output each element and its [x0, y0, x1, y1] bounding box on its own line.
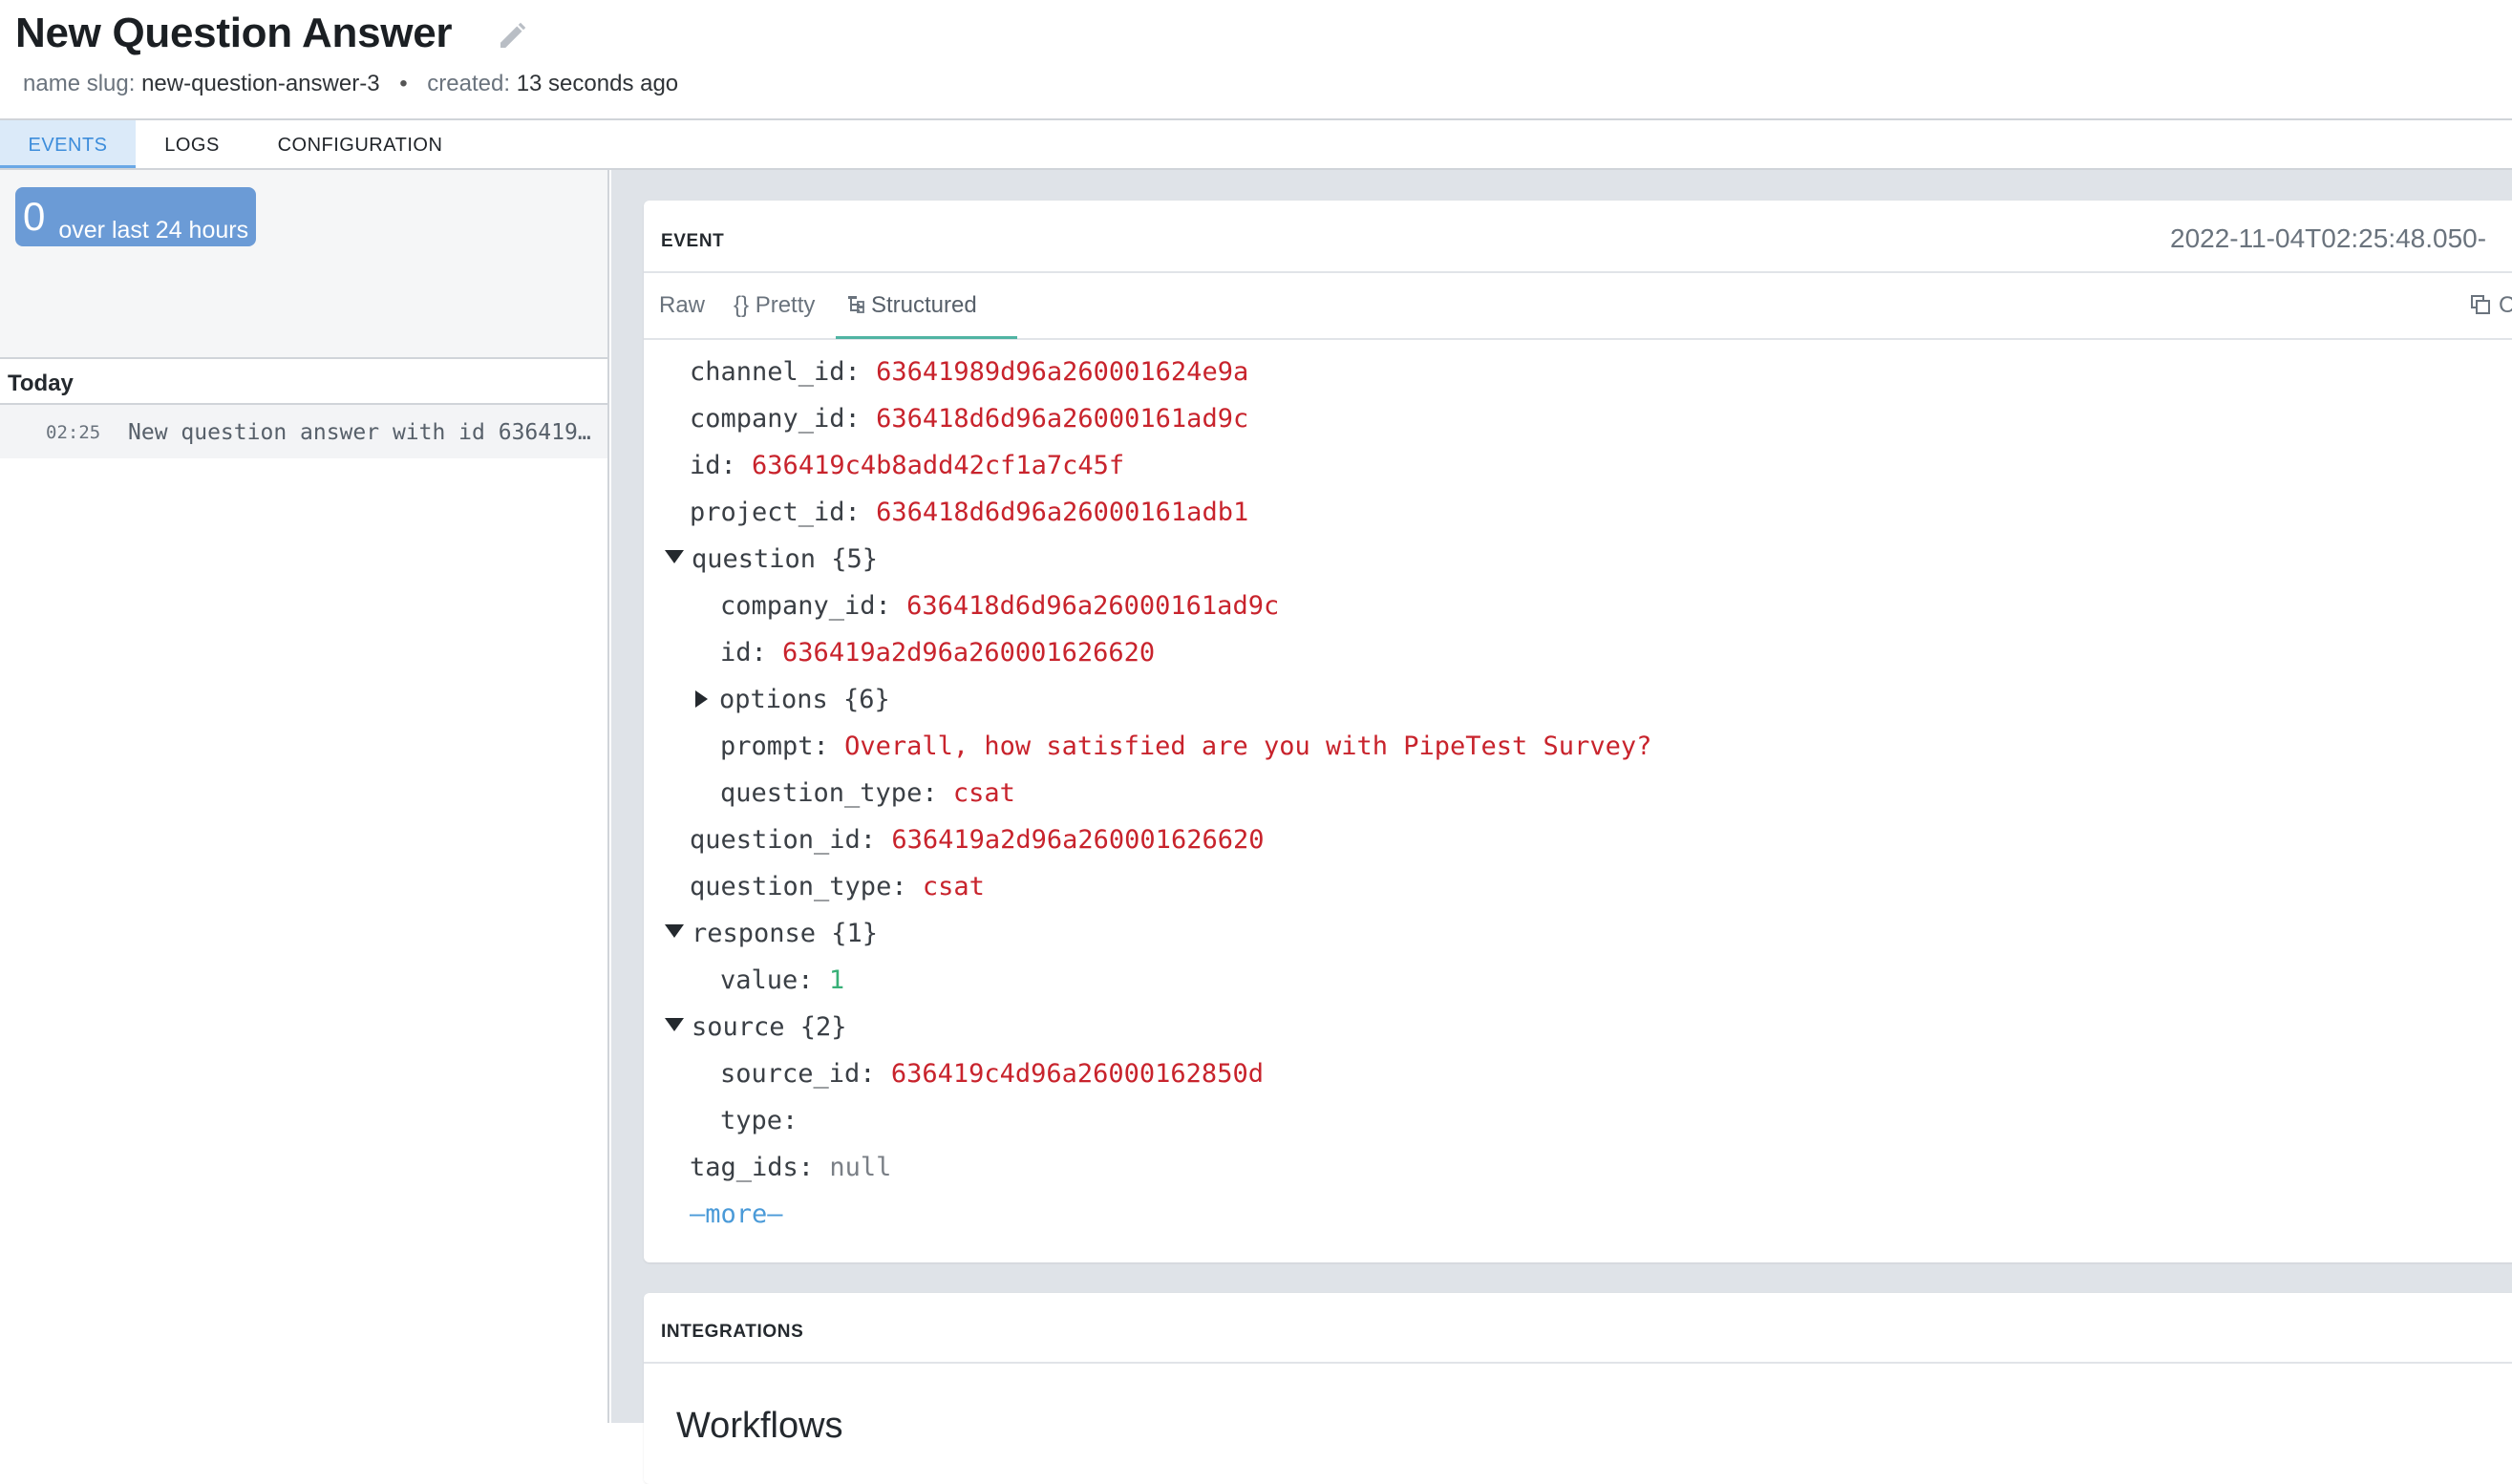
caret-right-icon: [695, 690, 708, 708]
field-value: null: [829, 1153, 892, 1182]
view-tab-pretty[interactable]: {} Pretty: [734, 292, 815, 319]
tab-logs[interactable]: LOGS: [136, 120, 248, 168]
page-header: New Question Answer name slug: new-quest…: [0, 0, 2512, 120]
caret-down-icon: [665, 924, 684, 938]
field-value: 636418d6d96a26000161adb1: [876, 498, 1249, 527]
copy-label: Cop: [2499, 292, 2512, 318]
page-title: New Question Answer: [15, 10, 453, 56]
field-key: channel_id:: [690, 357, 861, 387]
field-key: id:: [720, 638, 767, 668]
field-value: 63641989d96a260001624e9a: [876, 357, 1249, 387]
field-response-value: value: 1: [720, 962, 844, 1000]
event-timestamp: 2022-11-04T02:25:48.050-: [2170, 223, 2487, 253]
tab-events[interactable]: EVENTS: [0, 120, 136, 168]
integrations-card: INTEGRATIONS Workflows: [644, 1293, 2512, 1484]
field-key: question_type:: [720, 778, 938, 808]
copy-icon: [2471, 295, 2490, 314]
event-time: 02:25: [46, 422, 101, 443]
node-options[interactable]: options {6}: [695, 681, 890, 719]
slug-value: new-question-answer-3: [141, 71, 380, 96]
event-card-title: EVENT: [661, 231, 725, 251]
view-tab-structured-label: Structured: [871, 292, 977, 318]
node-key: source {2}: [692, 1012, 847, 1042]
list-item[interactable]: 02:25 New question answer with id 636419…: [0, 405, 607, 458]
field-key: prompt:: [720, 731, 829, 761]
created-value: 13 seconds ago: [516, 71, 679, 96]
created-label: created:: [427, 71, 511, 96]
source-meta: name slug: new-question-answer-3 • creat…: [23, 71, 678, 97]
field-value: csat: [952, 778, 1015, 808]
field-key: company_id:: [690, 404, 861, 434]
field-key: value:: [720, 965, 814, 995]
event-count-badge: 0 over last 24 hours: [15, 187, 257, 246]
view-tab-raw[interactable]: Raw: [659, 292, 705, 319]
field-company-id: company_id: 636418d6d96a26000161ad9c: [690, 400, 1248, 438]
field-question-question-type: question_type: csat: [720, 774, 1015, 813]
node-key: options {6}: [719, 685, 890, 714]
tree-structure-icon: [848, 296, 864, 313]
integrations-card-header: INTEGRATIONS: [644, 1293, 2512, 1364]
tab-configuration[interactable]: CONFIGURATION: [258, 120, 462, 168]
field-value: csat: [922, 872, 985, 901]
field-value: 636418d6d96a26000161ad9c: [876, 404, 1249, 434]
event-description: New question answer with id 636419c4b8ad…: [128, 420, 602, 445]
events-summary: 0 over last 24 hours: [0, 170, 607, 359]
field-project-id: project_id: 636418d6d96a26000161adb1: [690, 494, 1248, 532]
slug-label: name slug:: [23, 71, 136, 96]
show-more-link[interactable]: —more—: [690, 1196, 783, 1234]
integrations-card-title: INTEGRATIONS: [661, 1322, 804, 1342]
field-key: company_id:: [720, 591, 891, 621]
pencil-edit-icon[interactable]: [495, 19, 529, 53]
field-value: 636418d6d96a26000161ad9c: [906, 591, 1280, 621]
events-group-header: Today: [0, 359, 607, 405]
field-value: 636419a2d96a260001626620: [891, 825, 1265, 855]
field-key: source_id:: [720, 1059, 876, 1089]
field-source-id: source_id: 636419c4d96a26000162850d: [720, 1055, 1264, 1093]
field-key: id:: [690, 451, 736, 480]
field-key: type:: [720, 1106, 798, 1135]
node-question[interactable]: question {5}: [665, 541, 878, 579]
caret-down-icon: [665, 1018, 684, 1031]
field-tag-ids: tag_ids: null: [690, 1149, 891, 1187]
node-response[interactable]: response {1}: [665, 915, 878, 953]
field-key: question_type:: [690, 872, 907, 901]
field-source-type: type:: [720, 1102, 798, 1140]
events-list-panel: 0 over last 24 hours Today 02:25 New que…: [0, 170, 609, 1423]
field-value: 636419c4d96a26000162850d: [890, 1059, 1264, 1089]
view-tab-structured[interactable]: Structured: [848, 292, 977, 319]
event-count-label: over last 24 hours: [58, 217, 249, 244]
meta-separator: •: [399, 71, 408, 96]
field-value: 636419c4b8add42cf1a7c45f: [752, 451, 1125, 480]
active-view-indicator: [836, 336, 1017, 339]
field-value: 1: [828, 965, 845, 995]
field-id: id: 636419c4b8add42cf1a7c45f: [690, 447, 1124, 485]
field-question-type: question_type: csat: [690, 868, 985, 906]
copy-button[interactable]: Cop: [2470, 292, 2512, 319]
field-channel-id: channel_id: 63641989d96a260001624e9a: [690, 353, 1248, 392]
caret-down-icon: [665, 550, 684, 563]
field-question-prompt: prompt: Overall, how satisfied are you w…: [720, 728, 1651, 766]
node-source[interactable]: source {2}: [665, 1008, 847, 1047]
event-detail-area: EVENT 2022-11-04T02:25:48.050- Raw {} Pr…: [611, 170, 2512, 1484]
event-view-tabs: Raw {} Pretty Structured Cop: [644, 273, 2512, 340]
node-key: response {1}: [692, 919, 879, 948]
field-question-company-id: company_id: 636418d6d96a26000161ad9c: [720, 587, 1279, 625]
field-value: 636419a2d96a260001626620: [782, 638, 1156, 668]
field-key: tag_ids:: [690, 1153, 815, 1182]
group-label: Today: [8, 371, 74, 396]
event-card: EVENT 2022-11-04T02:25:48.050- Raw {} Pr…: [644, 201, 2512, 1262]
field-question-id: id: 636419a2d96a260001626620: [720, 634, 1155, 672]
field-key: project_id:: [690, 498, 861, 527]
field-value: Overall, how satisfied are you with Pipe…: [844, 731, 1652, 761]
main-tabs: EVENTS LOGS CONFIGURATION: [0, 120, 2512, 170]
node-key: question {5}: [692, 544, 879, 574]
event-card-header: EVENT 2022-11-04T02:25:48.050-: [644, 201, 2512, 273]
event-count: 0: [23, 194, 46, 239]
workflows-heading: Workflows: [676, 1406, 843, 1446]
field-question-id-top: question_id: 636419a2d96a260001626620: [690, 821, 1264, 859]
field-key: question_id:: [690, 825, 877, 855]
